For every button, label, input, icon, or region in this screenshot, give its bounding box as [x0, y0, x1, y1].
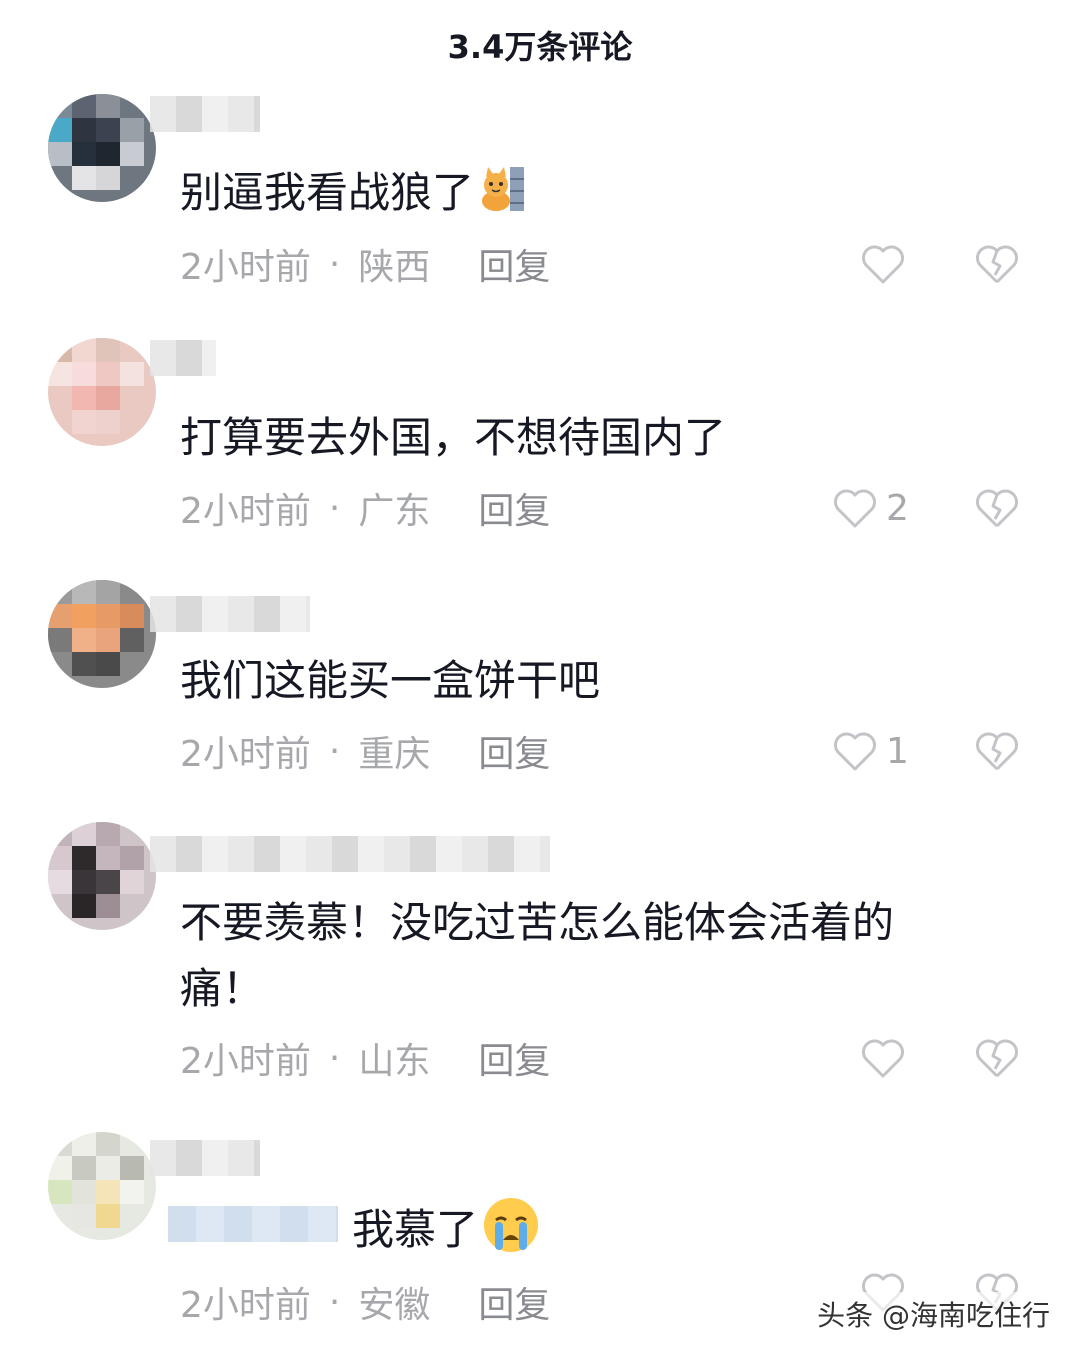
heart-icon — [862, 1039, 904, 1078]
comment-location: 安徽 — [358, 1285, 431, 1326]
username-blurred[interactable] — [150, 836, 550, 872]
comment-location: 陕西 — [358, 247, 431, 288]
broken-heart-icon — [976, 245, 1018, 284]
watermark: 头条 @海南吃住行 — [811, 1292, 1056, 1336]
separator: · — [328, 730, 341, 772]
mention-blurred[interactable] — [168, 1206, 338, 1242]
username-blurred[interactable] — [150, 340, 216, 376]
dislike-button[interactable] — [974, 478, 1020, 538]
dislike-button[interactable] — [974, 1028, 1020, 1088]
comment-text: 我慕了 — [352, 1196, 950, 1263]
avatar[interactable] — [48, 580, 156, 688]
comment-text: 打算要去外国，不想待国内了 — [180, 413, 727, 462]
comment-meta: 2小时前 · 广东 回复 — [180, 478, 550, 538]
crying-face-emoji — [482, 1196, 540, 1254]
heart-icon — [834, 732, 876, 771]
separator: · — [328, 1281, 341, 1323]
comments-header: 3.4万条评论 — [0, 0, 1080, 90]
comment-text: 不要羡慕！没吃过苦怎么能体会活着的痛！ — [180, 898, 895, 1013]
avatar[interactable] — [48, 94, 156, 202]
comment-location: 广东 — [358, 491, 431, 532]
cat-wall-emoji — [478, 165, 526, 213]
comment-time: 2小时前 — [180, 734, 311, 775]
comment-count-title: 3.4万条评论 — [447, 28, 633, 66]
dislike-button[interactable] — [974, 234, 1020, 294]
reply-button[interactable]: 回复 — [478, 1032, 550, 1084]
like-button[interactable] — [860, 234, 914, 294]
separator: · — [328, 487, 341, 529]
comment-meta: 2小时前 · 安徽 回复 — [180, 1272, 550, 1332]
like-button[interactable]: 1 — [832, 721, 909, 781]
heart-icon — [862, 245, 904, 284]
separator: · — [328, 1037, 341, 1079]
reply-button[interactable]: 回复 — [478, 482, 550, 534]
like-count: 1 — [886, 730, 909, 772]
like-button[interactable]: 2 — [832, 478, 909, 538]
username-blurred[interactable] — [150, 1140, 260, 1176]
like-button[interactable] — [860, 1028, 914, 1088]
comment-text: 我们这能买一盒饼干吧 — [180, 656, 601, 705]
comment-text: 别逼我看战狼了 — [180, 160, 950, 226]
comment-meta: 2小时前 · 山东 回复 — [180, 1028, 550, 1088]
reply-button[interactable]: 回复 — [478, 725, 550, 777]
broken-heart-icon — [976, 489, 1018, 528]
comment-meta: 2小时前 · 陕西 回复 — [180, 234, 550, 294]
comment-time: 2小时前 — [180, 247, 311, 288]
broken-heart-icon — [976, 1039, 1018, 1078]
comment-location: 重庆 — [358, 734, 431, 775]
avatar[interactable] — [48, 822, 156, 930]
like-count: 2 — [886, 487, 909, 529]
separator: · — [328, 243, 341, 285]
reply-button[interactable]: 回复 — [478, 1276, 550, 1328]
avatar[interactable] — [48, 1132, 156, 1240]
comment-time: 2小时前 — [180, 1285, 311, 1326]
dislike-button[interactable] — [974, 721, 1020, 781]
comment-time: 2小时前 — [180, 491, 311, 532]
avatar[interactable] — [48, 338, 156, 446]
comment-time: 2小时前 — [180, 1041, 311, 1082]
broken-heart-icon — [976, 732, 1018, 771]
heart-icon — [834, 489, 876, 528]
comment-location: 山东 — [358, 1041, 431, 1082]
username-blurred[interactable] — [150, 596, 310, 632]
reply-button[interactable]: 回复 — [478, 238, 550, 290]
username-blurred[interactable] — [150, 96, 260, 132]
comment-meta: 2小时前 · 重庆 回复 — [180, 721, 550, 781]
